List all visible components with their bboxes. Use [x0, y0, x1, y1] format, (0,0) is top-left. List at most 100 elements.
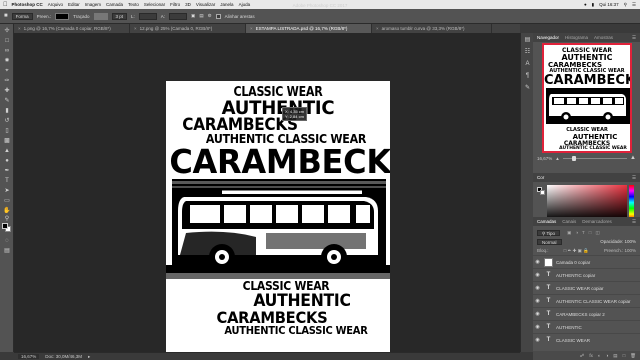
tab-swatches[interactable]: Amostras	[594, 35, 613, 40]
menu-3d[interactable]: 3D	[185, 2, 191, 7]
menu-visualizar[interactable]: Visualizar	[196, 2, 215, 7]
navigator-zoom-slider[interactable]	[562, 155, 628, 161]
visibility-eye-icon[interactable]: ◉	[533, 285, 542, 291]
tab-paths[interactable]: Demarcadores	[582, 219, 612, 224]
crop-tool-icon[interactable]: ⌖	[3, 68, 11, 75]
layer-filter-select[interactable]: ⚲ Tipo	[537, 229, 561, 236]
menu-selecionar[interactable]: Selecionar	[144, 2, 165, 7]
gear-icon[interactable]: ⚙	[208, 13, 212, 19]
zoom-tool-icon[interactable]: ⚲	[3, 216, 11, 223]
panel-menu-icon[interactable]: ☰	[632, 35, 636, 41]
type-tool-icon[interactable]: T	[3, 178, 11, 185]
menu-janela[interactable]: Janela	[220, 2, 233, 7]
history-brush-tool-icon[interactable]: ↺	[3, 118, 11, 125]
lasso-tool-icon[interactable]: ∞	[3, 48, 11, 55]
zoom-slider-knob[interactable]	[572, 155, 577, 161]
menu-ajuda[interactable]: Ajuda	[239, 2, 251, 7]
zoom-out-icon[interactable]: ▲	[555, 156, 559, 161]
stroke-size-field[interactable]: 3 pt	[111, 12, 128, 20]
layer-mask-icon[interactable]: ◐	[598, 353, 601, 358]
layer-row[interactable]: ◉ T AUTHENTIC	[533, 320, 640, 333]
wifi-icon[interactable]: ●	[584, 2, 587, 8]
eyedropper-tool-icon[interactable]: ✑	[3, 78, 11, 85]
fill-swatch[interactable]	[55, 12, 70, 20]
menu-filtro[interactable]: Filtro	[170, 2, 180, 7]
history-panel-icon[interactable]: ▤	[524, 37, 531, 44]
color-panel-background-swatch[interactable]	[540, 190, 545, 195]
character-panel-icon[interactable]: A	[524, 61, 531, 68]
clone-stamp-tool-icon[interactable]: ▮	[3, 108, 11, 115]
menu-imagem[interactable]: Imagem	[85, 2, 101, 7]
tab-navigator[interactable]: Navegador	[537, 35, 559, 40]
rectangle-tool-icon[interactable]: ▭	[3, 198, 11, 205]
menu-editar[interactable]: Editar	[68, 2, 80, 7]
path-selection-tool-icon[interactable]: ➤	[3, 188, 11, 195]
tab-document-4[interactable]: × aromaso tumblr curva @ 33,3% (RGB/8*)	[372, 24, 492, 33]
adjustment-layer-icon[interactable]: ◑	[606, 353, 609, 358]
properties-panel-icon[interactable]: ☷	[524, 49, 531, 56]
app-name-menu[interactable]: Photoshop CC	[12, 2, 43, 7]
canvas-workspace[interactable]: CLASSIC WEAR AUTHENTIC CARAMBECKS AUTHEN…	[14, 33, 520, 360]
visibility-eye-icon[interactable]: ◉	[533, 324, 542, 330]
document-size-info[interactable]: Doc: 30,0M/46,3M	[45, 354, 82, 359]
layer-row[interactable]: ◉ T AUTHENTIC copiar	[533, 268, 640, 281]
stroke-swatch[interactable]	[93, 12, 108, 20]
apple-icon[interactable]: 	[3, 2, 8, 8]
zoom-in-icon[interactable]: ▲	[630, 155, 636, 161]
tab-document-2[interactable]: × 12.png @ 25% (Camada 0, RGB/8*)	[130, 24, 246, 33]
close-icon[interactable]: ×	[250, 26, 253, 31]
shape-mode-select[interactable]: Forma	[11, 12, 33, 20]
visibility-eye-icon[interactable]: ◉	[533, 259, 542, 265]
tab-color[interactable]: Cor	[537, 175, 544, 180]
visibility-eye-icon[interactable]: ◉	[533, 298, 542, 304]
menu-texto[interactable]: Texto	[128, 2, 139, 7]
tab-histogram[interactable]: Histograma	[565, 35, 588, 40]
delete-layer-icon[interactable]: 🗑	[630, 353, 636, 359]
layer-row[interactable]: ◉ T CARAMBECKS copiar 2	[533, 307, 640, 320]
screen-mode-icon[interactable]: ▤	[3, 248, 11, 255]
healing-brush-tool-icon[interactable]: ✚	[3, 88, 11, 95]
path-ops-icon[interactable]: ▣	[191, 13, 195, 19]
fill-field[interactable]: Preench.: 100%	[604, 248, 636, 253]
gradient-tool-icon[interactable]: ▩	[3, 138, 11, 145]
pen-tool-icon[interactable]: ✒	[3, 168, 11, 175]
menu-arquivo[interactable]: Arquivo	[48, 2, 63, 7]
layer-row[interactable]: ◉ T AUTHENTIC CLASSIC WEAR copiar	[533, 294, 640, 307]
quick-mask-icon[interactable]: ◌	[3, 238, 11, 245]
document-canvas[interactable]: CLASSIC WEAR AUTHENTIC CARAMBECKS AUTHEN…	[166, 81, 390, 360]
navigator-thumbnail[interactable]: CLASSIC WEAR AUTHENTIC CARAMBECKS AUTHEN…	[542, 43, 632, 153]
navigator-zoom-value[interactable]: 16,67%	[537, 156, 552, 161]
smart-object-filter-icon[interactable]: ◫	[596, 230, 600, 236]
clock[interactable]: Qui 16:37	[599, 2, 619, 8]
tool-preset-icon[interactable]: ■	[4, 13, 8, 19]
opacity-field[interactable]: Opacidade: 100%	[600, 239, 636, 244]
color-picker-field[interactable]	[547, 185, 627, 220]
close-icon[interactable]: ×	[18, 26, 21, 31]
visibility-eye-icon[interactable]: ◉	[533, 272, 542, 278]
close-icon[interactable]: ×	[376, 26, 379, 31]
image-filter-icon[interactable]: ▣	[567, 230, 571, 236]
marquee-tool-icon[interactable]: □	[3, 38, 11, 45]
visibility-eye-icon[interactable]: ◉	[533, 311, 542, 317]
adjustment-filter-icon[interactable]: ◑	[575, 230, 578, 236]
width-field[interactable]	[138, 12, 157, 20]
type-filter-icon[interactable]: T	[582, 230, 585, 236]
paragraph-panel-icon[interactable]: ¶	[524, 73, 531, 80]
zoom-level-field[interactable]: 16,67%	[18, 354, 40, 359]
layer-row[interactable]: ◉ Camada 0 copiar	[533, 255, 640, 268]
search-icon[interactable]: ⚲	[624, 2, 627, 8]
hand-tool-icon[interactable]: ✋	[3, 208, 11, 215]
tab-document-1[interactable]: × 1.png @ 16,7% (Camada 0 copiar, RGB/8*…	[14, 24, 130, 33]
list-icon[interactable]: ☰	[632, 2, 636, 8]
link-layers-icon[interactable]: ☍	[580, 353, 585, 359]
tab-document-active[interactable]: × ESTAMPA LISTRADA.psd @ 16,7% (RGB/8*)	[246, 24, 372, 33]
move-tool-icon[interactable]: ✢	[3, 28, 11, 35]
layer-row[interactable]: ◉ T CLASSIC WEAR	[533, 333, 640, 346]
layer-row[interactable]: ◉ T CLASSIC WEAR copiar	[533, 281, 640, 294]
path-align-icon[interactable]: ▤	[199, 13, 203, 19]
brush-tool-icon[interactable]: ✎	[3, 98, 11, 105]
menu-camada[interactable]: Camada	[106, 2, 123, 7]
lock-icons[interactable]: □ ✒ ✚ ▣ 🔒	[564, 248, 589, 254]
chevron-right-icon[interactable]: ▸	[88, 354, 90, 360]
foreground-color-swatch[interactable]	[2, 223, 8, 229]
